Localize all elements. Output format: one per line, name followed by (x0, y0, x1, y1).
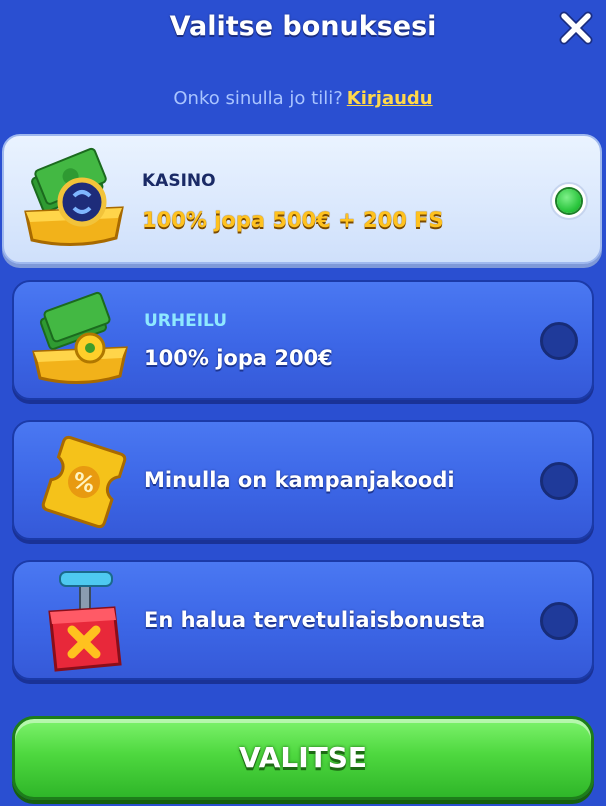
option-tag: KASINO (142, 171, 216, 191)
option-offer-text: 100% jopa 500€ + 200 FS (142, 208, 444, 232)
bonus-option-casino[interactable]: KASINO 100% jopa 500€ + 200 FS (2, 134, 602, 264)
coupon-percent-icon: % (41, 435, 127, 529)
detonator-box-icon (48, 571, 122, 672)
radio-selected[interactable] (550, 182, 588, 220)
cash-tray-casino-icon (24, 147, 124, 246)
option-offer-text: 100% jopa 200€ (144, 346, 333, 370)
radio-unselected[interactable] (540, 322, 578, 360)
close-icon[interactable] (556, 8, 596, 48)
bonus-option-no-bonus[interactable]: En halua tervetuliaisbonusta (12, 560, 594, 680)
bonus-option-promo-code[interactable]: % Minulla on kampanjakoodi (12, 420, 594, 540)
option-offer-text: En halua tervetuliaisbonusta (144, 608, 486, 632)
page-title: Valitse bonuksesi (169, 11, 437, 42)
select-button[interactable]: VALITSE (12, 716, 594, 800)
login-prompt: Onko sinulla jo tili? Kirjaudu (0, 86, 606, 112)
cash-tray-football-icon (32, 291, 128, 384)
radio-unselected[interactable] (540, 602, 578, 640)
option-tag: URHEILU (144, 311, 228, 331)
radio-unselected[interactable] (540, 462, 578, 500)
option-offer-text: Minulla on kampanjakoodi (144, 468, 455, 492)
login-question: Onko sinulla jo tili? (173, 88, 343, 109)
login-link[interactable]: Kirjaudu (347, 88, 433, 109)
bonus-option-sport[interactable]: URHEILU 100% jopa 200€ (12, 280, 594, 400)
select-button-label: VALITSE (238, 741, 368, 774)
